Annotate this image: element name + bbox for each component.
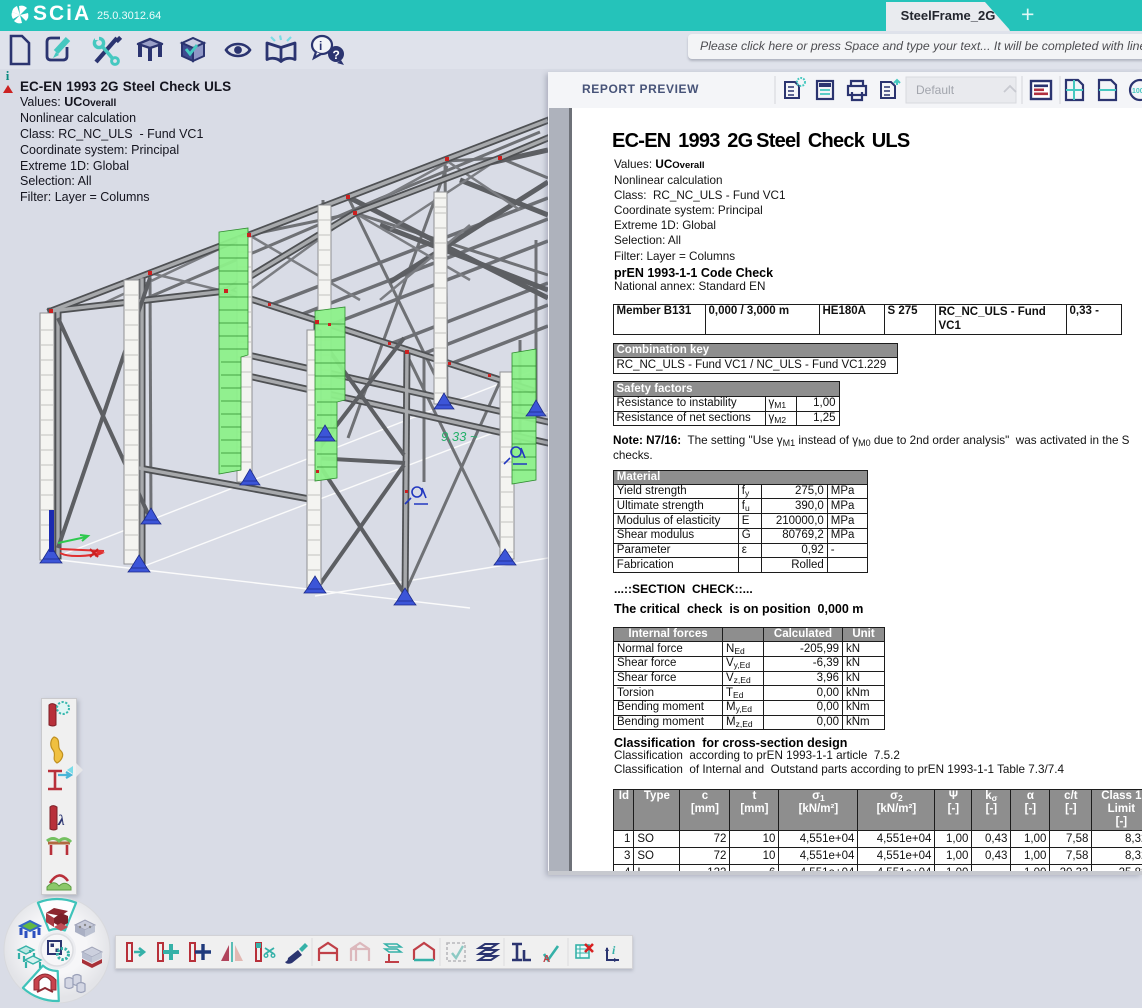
svg-text:?: ?: [333, 48, 340, 62]
svg-text:Default: Default: [916, 83, 955, 97]
svg-text:100: 100: [1132, 88, 1142, 95]
svg-text:i: i: [612, 943, 616, 957]
svg-text:A: A: [543, 954, 550, 965]
svg-text:9,33 ~: 9,33 ~: [441, 429, 478, 444]
svg-text:i: i: [319, 39, 322, 53]
svg-text:λ: λ: [57, 813, 65, 829]
